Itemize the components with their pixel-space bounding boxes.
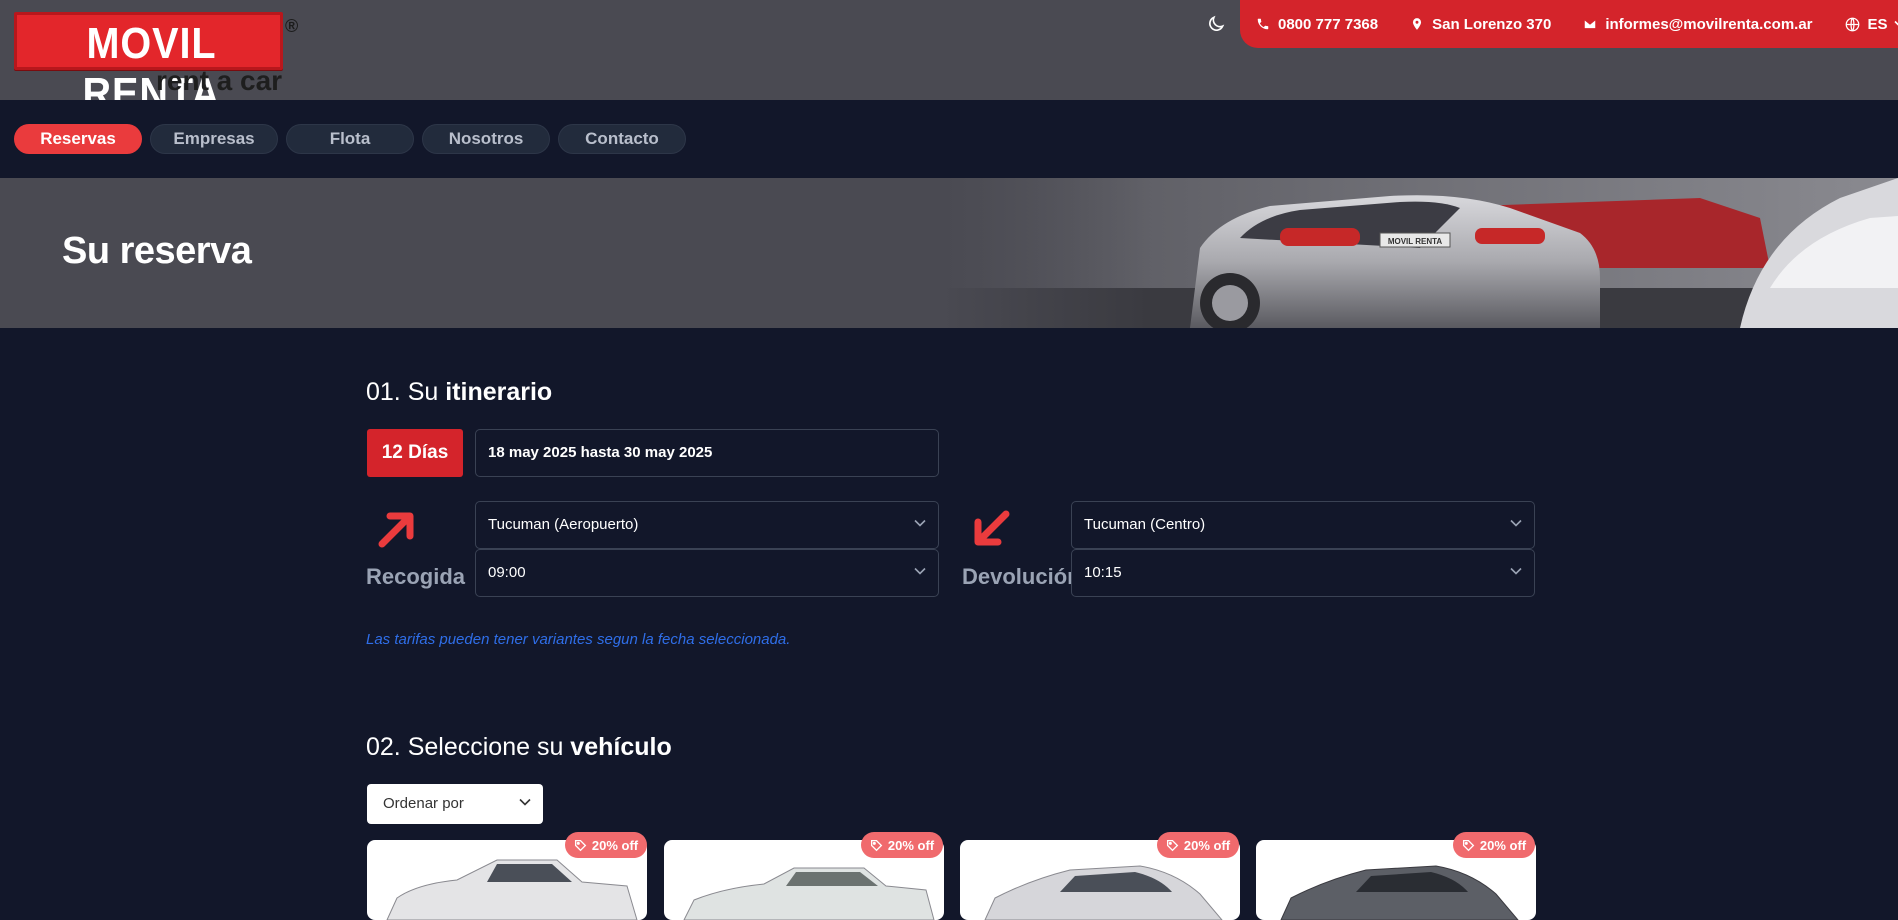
- pickup-location-select[interactable]: Tucuman (Aeropuerto): [475, 501, 939, 549]
- vehicles-heading: 02. Seleccione su vehículo: [366, 733, 672, 762]
- chevron-down-icon: [1894, 20, 1898, 28]
- discount-badge: 20% off: [861, 832, 943, 858]
- nav-item-contacto[interactable]: Contacto: [558, 124, 686, 154]
- dropoff-time-select[interactable]: 10:15: [1071, 549, 1535, 597]
- logo-tagline: rent a car: [156, 66, 282, 96]
- language-code: ES: [1868, 16, 1888, 33]
- nav-item-flota[interactable]: Flota: [286, 124, 414, 154]
- pickup-time-value: 09:00: [488, 564, 526, 581]
- itinerary-heading-bold: itinerario: [445, 378, 552, 406]
- discount-badge: 20% off: [1157, 832, 1239, 858]
- chevron-down-icon: [519, 798, 531, 806]
- nav-item-nosotros[interactable]: Nosotros: [422, 124, 550, 154]
- dropoff-location-value: Tucuman (Centro): [1084, 516, 1205, 533]
- address-text: San Lorenzo 370: [1432, 16, 1551, 33]
- pickup-label: Recogida: [366, 564, 465, 590]
- page-title: Su reserva: [62, 230, 251, 273]
- discount-badge: 20% off: [1453, 832, 1535, 858]
- pickup-location-value: Tucuman (Aeropuerto): [488, 516, 638, 533]
- chevron-down-icon: [1510, 519, 1522, 527]
- email-address: informes@movilrenta.com.ar: [1605, 16, 1812, 33]
- chevron-down-icon: [914, 519, 926, 527]
- arrow-up-right-icon: [376, 508, 418, 550]
- hero-car-image: MOVIL RENTA: [940, 178, 1898, 328]
- discount-text: 20% off: [1184, 838, 1230, 853]
- tag-icon: [870, 839, 883, 852]
- dropoff-label: Devolución: [962, 564, 1081, 590]
- vehicles-heading-bold: vehículo: [570, 733, 671, 761]
- language-selector[interactable]: ES: [1845, 16, 1898, 33]
- discount-badge: 20% off: [565, 832, 647, 858]
- discount-text: 20% off: [1480, 838, 1526, 853]
- tag-icon: [574, 839, 587, 852]
- chevron-down-icon: [914, 567, 926, 575]
- tag-icon: [1462, 839, 1475, 852]
- pickup-time-select[interactable]: 09:00: [475, 549, 939, 597]
- nav-item-reservas[interactable]: Reservas: [14, 124, 142, 154]
- location-pin-icon: [1410, 16, 1424, 32]
- dropoff-time-value: 10:15: [1084, 564, 1122, 581]
- phone-icon: [1256, 17, 1270, 31]
- mail-icon: [1583, 18, 1597, 30]
- hero-banner: Su reserva MOVIL RENTA: [0, 178, 1898, 328]
- phone-number: 0800 777 7368: [1278, 16, 1378, 33]
- discount-text: 20% off: [592, 838, 638, 853]
- chevron-down-icon: [1510, 567, 1522, 575]
- tag-icon: [1166, 839, 1179, 852]
- logo-registered-mark: ®: [285, 16, 298, 37]
- itinerary-heading-prefix: 01. Su: [366, 378, 445, 406]
- days-badge: 12 Días: [367, 429, 463, 477]
- moon-icon[interactable]: [1206, 14, 1226, 34]
- itinerary-heading: 01. Su itinerario: [366, 378, 552, 407]
- rates-note: Las tarifas pueden tener variantes segun…: [366, 631, 790, 648]
- date-range-field[interactable]: 18 may 2025 hasta 30 may 2025: [475, 429, 939, 477]
- email-link[interactable]: informes@movilrenta.com.ar: [1583, 16, 1812, 33]
- arrow-down-left-icon: [970, 508, 1012, 550]
- phone-link[interactable]: 0800 777 7368: [1256, 16, 1378, 33]
- vehicles-heading-prefix: 02. Seleccione su: [366, 733, 570, 761]
- globe-icon: [1845, 17, 1860, 32]
- address-link[interactable]: San Lorenzo 370: [1410, 16, 1551, 33]
- sort-select[interactable]: Ordenar por: [367, 784, 543, 824]
- discount-text: 20% off: [888, 838, 934, 853]
- top-header: MOVIL RENTA ® rent a car 0800 777 7368 S…: [0, 0, 1898, 100]
- brand-logo[interactable]: MOVIL RENTA ® rent a car: [14, 12, 304, 96]
- contact-bar: 0800 777 7368 San Lorenzo 370 informes@m…: [1240, 0, 1898, 48]
- main-nav: Reservas Empresas Flota Nosotros Contact…: [0, 100, 1898, 178]
- sort-placeholder: Ordenar por: [383, 795, 464, 812]
- nav-item-empresas[interactable]: Empresas: [150, 124, 278, 154]
- logo-box: MOVIL RENTA: [14, 12, 283, 70]
- dropoff-location-select[interactable]: Tucuman (Centro): [1071, 501, 1535, 549]
